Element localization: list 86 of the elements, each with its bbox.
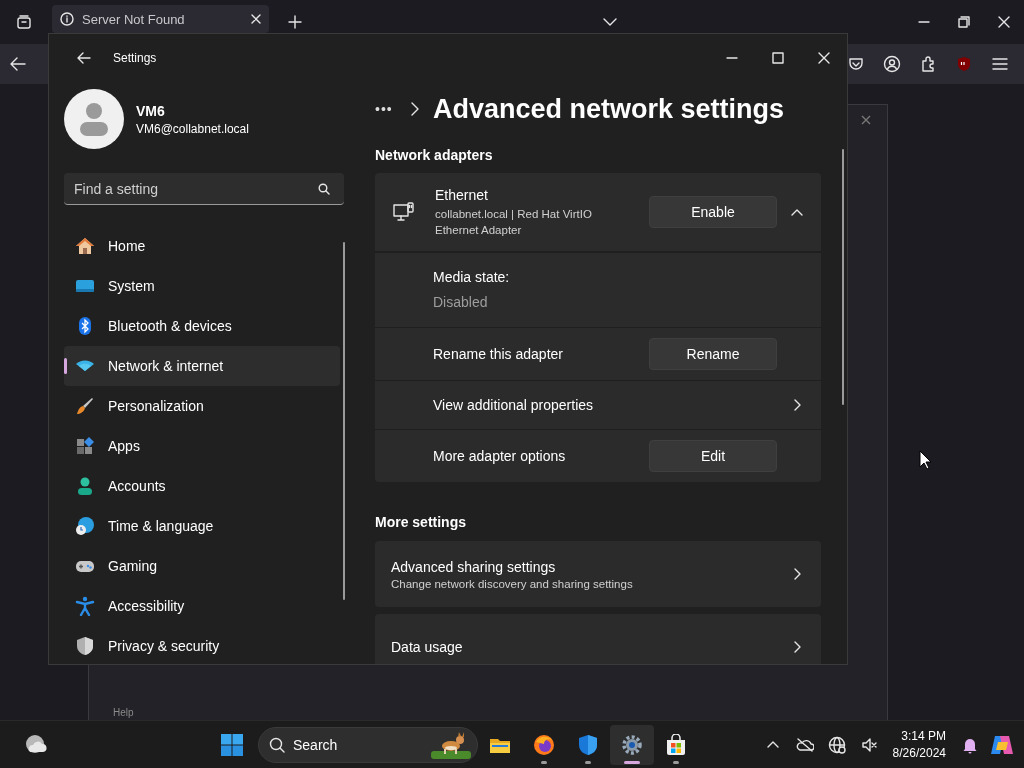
gear-icon (621, 733, 643, 756)
adapter-description: collabnet.local | Red Hat VirtIO Ethernet Adapter (435, 206, 593, 238)
sidebar-item[interactable]: System (64, 266, 340, 306)
firefox-icon (533, 733, 555, 756)
paintbrush-icon (75, 396, 95, 416)
search-field[interactable]: Find a setting (64, 173, 344, 205)
scrollbar[interactable] (842, 149, 844, 405)
chevron-right-icon (411, 102, 419, 116)
windows-start-icon[interactable] (221, 733, 243, 756)
shield-extension-icon[interactable] (956, 56, 972, 72)
sidebar-item[interactable]: Apps (64, 426, 340, 466)
accessibility-icon (75, 596, 95, 616)
sidebar-item[interactable]: Time & language (64, 506, 340, 546)
sidebar-item[interactable]: Network & internet (64, 346, 340, 386)
action-button[interactable]: Edit (649, 440, 777, 472)
account-icon[interactable] (883, 55, 901, 73)
page-title: Advanced network settings (433, 93, 785, 125)
setting-label: More adapter options (433, 448, 567, 464)
person-icon (75, 476, 95, 496)
sidebar-item[interactable]: Gaming (64, 546, 340, 586)
window-title: Settings (113, 51, 157, 65)
globe-icon[interactable] (827, 735, 846, 754)
setting-link[interactable]: View additional properties (433, 397, 777, 413)
detail-value: Disabled (433, 294, 489, 310)
chevron-up-icon[interactable] (791, 208, 803, 216)
search-icon (318, 183, 330, 195)
pocket-icon[interactable] (848, 57, 864, 71)
info-icon (60, 12, 74, 26)
person-silhouette-icon (79, 102, 109, 136)
clock-time[interactable]: 3:14 PM (892, 727, 946, 745)
extensions-icon[interactable] (920, 56, 936, 72)
sidebar-item[interactable]: Accessibility (64, 586, 340, 626)
section-heading: Network adapters (375, 146, 494, 165)
clock-date[interactable]: 8/26/2024 (892, 744, 946, 762)
row-title: Advanced sharing settings (391, 558, 557, 575)
chevron-right-icon (793, 568, 801, 580)
action-button[interactable]: Rename (649, 338, 777, 370)
maximize-icon[interactable] (772, 52, 784, 64)
house-icon (75, 236, 95, 256)
back-arrow-icon[interactable] (10, 57, 26, 71)
scrollbar[interactable] (343, 242, 345, 600)
plus-icon[interactable] (288, 15, 302, 29)
computer-network-icon (393, 202, 415, 222)
taskbar-app[interactable] (610, 724, 654, 765)
minimize-icon[interactable] (918, 21, 930, 23)
taskbar-search[interactable]: Search (258, 726, 478, 763)
chevron-right-icon (793, 641, 801, 653)
globe-clock-icon (75, 516, 95, 536)
row-description: Change network discovery and sharing settings (391, 577, 634, 590)
speaker-muted-icon[interactable] (860, 736, 877, 753)
sidebar-item[interactable]: Home (64, 226, 340, 266)
sidebar-item[interactable]: Accounts (64, 466, 340, 506)
copilot-icon[interactable] (990, 733, 1014, 756)
sidebar-item[interactable]: Personalization (64, 386, 340, 426)
more-button[interactable]: ••• (375, 101, 411, 117)
apps-icon (75, 436, 95, 456)
section-heading: More settings (375, 513, 467, 532)
row-title: Data usage (391, 639, 464, 655)
user-email: VM6@collabnet.local (136, 121, 249, 136)
restore-icon[interactable] (958, 16, 970, 28)
sidebar-item[interactable]: Bluetooth & devices (64, 306, 340, 346)
settings-row[interactable]: Advanced sharing settings Change network discovery and sharing settings (375, 541, 821, 607)
sidebar-item[interactable]: Privacy & security (64, 626, 340, 664)
help-link[interactable]: Help (113, 707, 134, 718)
browser-tab[interactable]: Server Not Found (52, 5, 269, 33)
setting-label: Rename this adapter (433, 346, 564, 362)
settings-row[interactable]: Data usage (375, 614, 821, 664)
weather-cloud-icon[interactable] (24, 733, 48, 756)
chevron-down-icon[interactable] (602, 18, 617, 26)
minimize-icon[interactable] (726, 57, 738, 59)
tab-list-icon[interactable] (16, 14, 32, 30)
user-name: VM6 (136, 102, 166, 119)
store-bag-icon (665, 733, 687, 756)
search-icon (269, 736, 285, 753)
back-arrow-icon[interactable] (77, 52, 91, 64)
cloud-off-icon[interactable] (795, 737, 814, 752)
shield-icon (75, 636, 95, 656)
pointer-cursor-icon (919, 450, 932, 470)
tab-title: Server Not Found (82, 11, 186, 27)
chevron-right-icon (793, 399, 801, 411)
adapter-name: Ethernet (435, 186, 489, 203)
detail-label: Media state: (433, 269, 511, 285)
shield-icon (577, 733, 599, 756)
enable-button[interactable]: Enable (649, 196, 777, 228)
chevron-up-icon[interactable] (766, 741, 779, 748)
menu-icon[interactable] (992, 58, 1008, 70)
